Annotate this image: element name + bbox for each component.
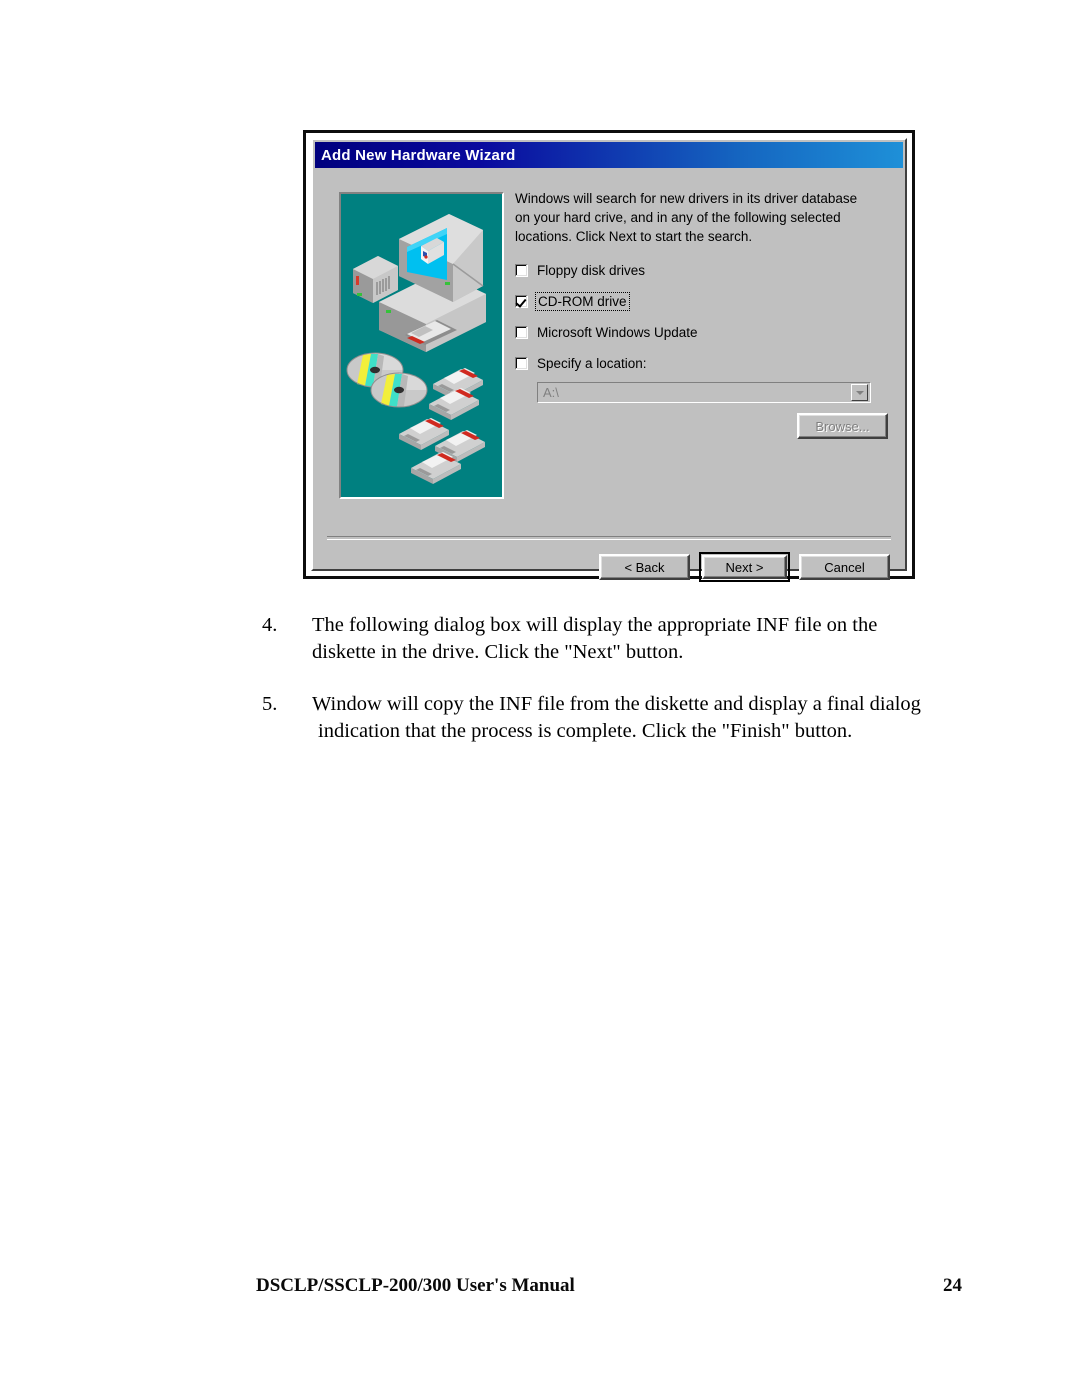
cancel-button[interactable]: Cancel: [799, 554, 890, 580]
dialog-title: Add New Hardware Wizard: [321, 146, 516, 164]
checkbox-row-microsoft-windows-update[interactable]: Microsoft Windows Update: [515, 324, 889, 340]
checkbox-floppy-disk-drives[interactable]: [515, 263, 528, 277]
chevron-down-glyph: [855, 390, 864, 395]
location-combobox[interactable]: A:\: [537, 382, 871, 404]
cd-disc-icon-2: [370, 372, 428, 408]
dialog-button-bar: < Back Next > Cancel: [599, 552, 890, 582]
footer-page-number: 24: [943, 1275, 962, 1296]
location-combobox-value: A:\: [543, 385, 559, 401]
checkbox-label-specify-a-location: Specify a location:: [537, 355, 647, 371]
checkbox-label-cd-rom-drive: CD-ROM drive: [535, 291, 630, 311]
wizard-content-column: Windows will search for new drivers in i…: [515, 190, 889, 440]
wizard-illustration-panel: [339, 192, 504, 499]
dialog-body: Windows will search for new drivers in i…: [315, 168, 903, 582]
step-5-line-2: indication that the process is complete.…: [318, 719, 853, 742]
checkbox-label-floppy-disk-drives: Floppy disk drives: [537, 262, 646, 278]
step-number-5: 5.: [262, 693, 278, 716]
browse-button[interactable]: Browse...: [797, 413, 888, 440]
step-4-line-2: diskette in the drive. Click the "Next" …: [312, 640, 684, 663]
wizard-instruction-text: Windows will search for new drivers in i…: [515, 191, 858, 244]
add-new-hardware-wizard-dialog: Add New Hardware Wizard Windows will sea…: [311, 138, 907, 582]
checkbox-row-specify-a-location[interactable]: Specify a location:: [515, 355, 889, 371]
manual-instructions: 4. The following dialog box will display…: [262, 612, 962, 771]
step-text-4: The following dialog box will display th…: [312, 612, 962, 665]
browse-button-row: Browse...: [515, 413, 889, 440]
step-number-4: 4.: [262, 614, 278, 636]
checkbox-row-cd-rom-drive[interactable]: CD-ROM drive: [515, 291, 889, 311]
next-button-default-frame: Next >: [699, 552, 790, 582]
manual-page: Add New Hardware Wizard Windows will sea…: [0, 0, 1080, 1397]
checkbox-label-microsoft-windows-update: Microsoft Windows Update: [537, 324, 698, 340]
next-button[interactable]: Next >: [702, 555, 787, 579]
chevron-down-icon[interactable]: [851, 384, 868, 402]
instruction-step-5: 5. Window will copy the INF file from th…: [262, 691, 962, 744]
step-4-line-1: The following dialog box will display th…: [312, 614, 878, 636]
computer-and-media-illustration: [341, 194, 498, 493]
dialog-titlebar: Add New Hardware Wizard: [315, 142, 903, 168]
dialog-separator: [327, 536, 891, 540]
step-5-line-1: Window will copy the INF file from the d…: [312, 693, 921, 716]
page-footer: DSCLP/SSCLP-200/300 User's Manual 24: [256, 1275, 962, 1297]
checkbox-specify-a-location[interactable]: [515, 356, 528, 370]
instruction-step-4: 4. The following dialog box will display…: [262, 612, 962, 665]
screenshot-frame: Add New Hardware Wizard Windows will sea…: [303, 130, 915, 582]
step-text-5: Window will copy the INF file from the d…: [312, 691, 962, 744]
checkbox-cd-rom-drive[interactable]: [515, 294, 528, 308]
footer-manual-title: DSCLP/SSCLP-200/300 User's Manual: [256, 1275, 575, 1296]
checkbox-microsoft-windows-update[interactable]: [515, 325, 528, 339]
back-button[interactable]: < Back: [599, 554, 690, 580]
checkbox-row-floppy-disk-drives[interactable]: Floppy disk drives: [515, 262, 889, 278]
